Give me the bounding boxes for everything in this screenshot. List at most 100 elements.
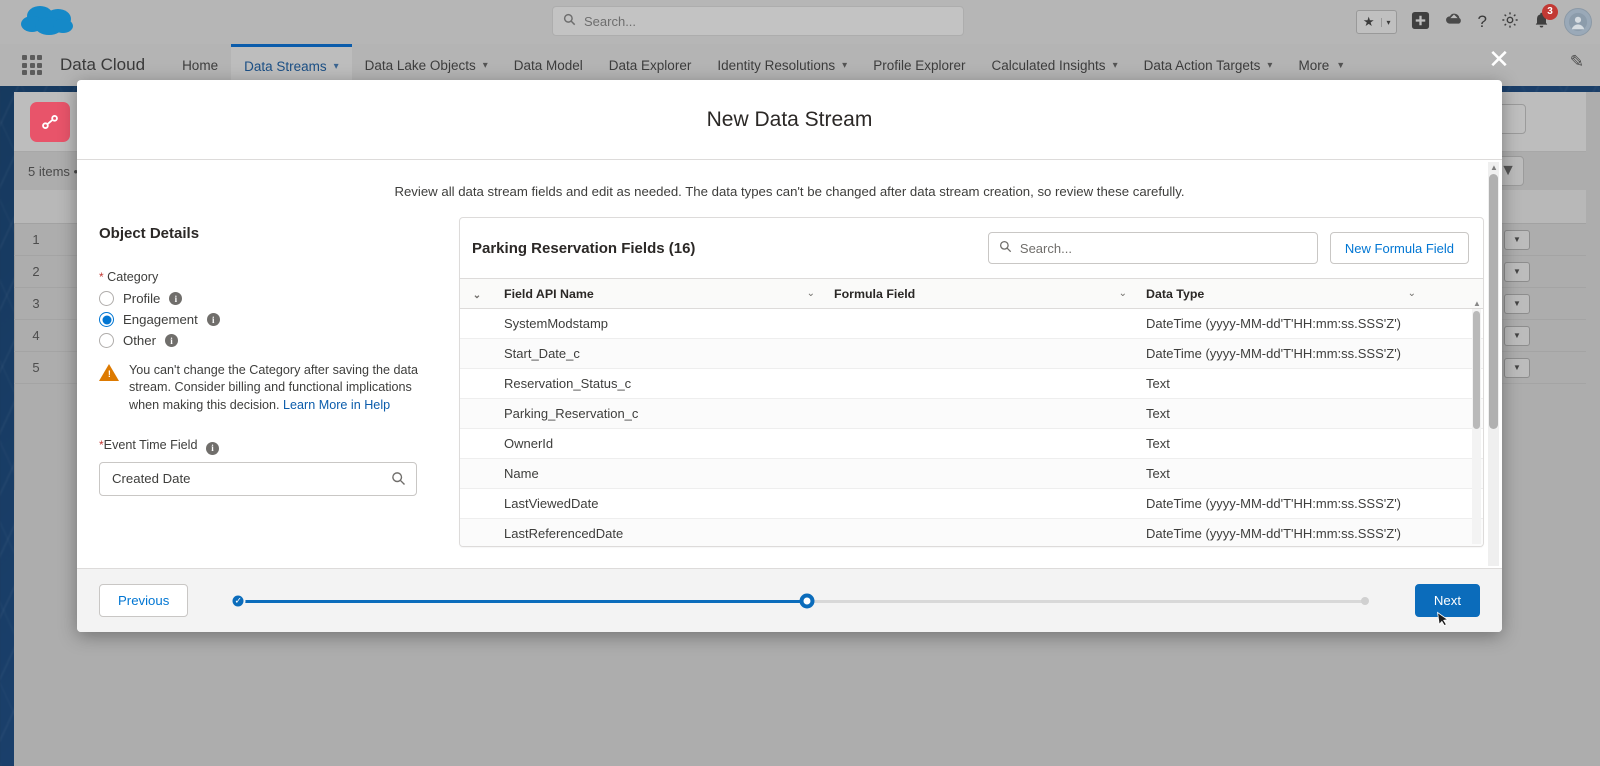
row-actions-icon[interactable]: ▼	[1504, 261, 1530, 282]
event-time-field-input[interactable]: Created Date	[99, 461, 417, 496]
favorites-dropdown-icon[interactable]: ▾	[1380, 17, 1396, 27]
app-launcher-icon[interactable]	[22, 55, 42, 75]
table-row[interactable]: LastViewedDate DateTime (yyyy-MM-dd'T'HH…	[460, 488, 1483, 519]
progress-step-3[interactable]	[1360, 596, 1369, 605]
row-number: 4	[32, 328, 40, 343]
nav-item-label: Data Model	[513, 57, 583, 73]
cell-data-type: Text	[1136, 368, 1425, 399]
modal-scrollbar[interactable]: ▲	[1488, 162, 1499, 566]
row-actions-icon[interactable]: ▼	[1504, 229, 1530, 250]
radio-button[interactable]	[99, 333, 114, 348]
row-actions-icon[interactable]: ▼	[1504, 293, 1530, 314]
chevron-down-icon[interactable]: ⌄	[807, 288, 815, 299]
cell-formula-field	[824, 398, 1136, 429]
chevron-down-icon[interactable]: ⌄	[1408, 288, 1416, 299]
info-icon[interactable]: i	[164, 334, 178, 347]
row-select-cell[interactable]	[460, 338, 494, 369]
row-number: 5	[32, 360, 40, 375]
progress-step-2[interactable]	[799, 593, 815, 608]
chevron-down-icon[interactable]: ▾	[1113, 60, 1118, 71]
cell-formula-field	[824, 368, 1136, 399]
row-select-cell[interactable]	[460, 398, 494, 429]
info-icon[interactable]: i	[169, 292, 183, 305]
column-label: Formula Field	[834, 286, 916, 301]
scroll-up-icon[interactable]: ▲	[1490, 163, 1498, 172]
previous-button[interactable]: Previous	[99, 584, 189, 617]
notifications-bell-icon[interactable]: 3	[1533, 3, 1558, 34]
row-select-cell[interactable]	[460, 458, 494, 489]
favorites-group[interactable]: ★ ▾	[1355, 10, 1397, 34]
learn-more-link[interactable]: Learn More in Help	[283, 398, 390, 412]
modal-body: Review all data stream fields and edit a…	[77, 160, 1502, 568]
avatar[interactable]	[1564, 8, 1592, 36]
row-number: 2	[32, 264, 40, 279]
fields-table-body: SystemModstamp DateTime (yyyy-MM-dd'T'HH…	[460, 308, 1483, 546]
table-row[interactable]: SystemModstamp DateTime (yyyy-MM-dd'T'HH…	[460, 308, 1483, 339]
gear-icon[interactable]	[1501, 11, 1519, 34]
warning-text: You can't change the Category after savi…	[129, 362, 431, 414]
row-select-cell[interactable]	[460, 368, 494, 399]
cell-field-api-name: SystemModstamp	[494, 308, 824, 339]
chevron-down-icon[interactable]: ▾	[842, 60, 847, 71]
search-icon	[391, 471, 406, 489]
nav-item-label: Data Streams	[244, 59, 327, 74]
help-icon[interactable]: ?	[1478, 12, 1487, 32]
radio-button[interactable]	[99, 312, 114, 327]
row-select-cell[interactable]	[460, 308, 494, 339]
category-label: * Category	[99, 270, 437, 284]
add-icon[interactable]	[1411, 11, 1430, 34]
radio-label: Other	[123, 333, 156, 348]
global-search-box[interactable]: Search...	[552, 6, 964, 36]
radio-option-profile[interactable]: Profile i	[99, 291, 437, 306]
close-icon[interactable]: ✕	[1484, 44, 1514, 74]
favorites-star-icon[interactable]: ★	[1357, 14, 1381, 30]
new-formula-field-button[interactable]: New Formula Field	[1329, 232, 1469, 264]
chevron-down-icon[interactable]: ⌄	[473, 290, 481, 301]
row-select-cell[interactable]	[460, 428, 494, 459]
table-row[interactable]: Start_Date_c DateTime (yyyy-MM-dd'T'HH:m…	[460, 338, 1483, 369]
chevron-down-icon[interactable]: ⌄	[1119, 288, 1127, 299]
cell-field-api-name: Parking_Reservation_c	[494, 398, 824, 429]
modal-header: New Data Stream	[77, 80, 1502, 160]
radio-button[interactable]	[99, 291, 114, 306]
scrollbar-thumb[interactable]	[1489, 174, 1498, 429]
info-icon[interactable]: i	[206, 313, 220, 326]
radio-label: Profile	[123, 291, 161, 306]
chevron-down-icon[interactable]: ▾	[334, 61, 339, 72]
progress-fill	[238, 599, 803, 603]
select-column-header[interactable]: ⌄	[460, 278, 494, 309]
fields-table-scrollbar[interactable]: ▲	[1472, 299, 1481, 544]
row-select-cell[interactable]	[460, 518, 494, 546]
table-row[interactable]: LastReferencedDate DateTime (yyyy-MM-dd'…	[460, 518, 1483, 546]
row-actions-icon[interactable]: ▼	[1504, 357, 1530, 378]
fields-search-input[interactable]: Search...	[987, 232, 1318, 264]
scroll-up-icon[interactable]: ▲	[1473, 299, 1481, 308]
radio-option-other[interactable]: Other i	[99, 333, 437, 348]
info-icon[interactable]: i	[205, 441, 219, 455]
column-header-data-type[interactable]: Data Type ⌄	[1136, 278, 1425, 309]
fields-panel: Parking Reservation Fields (16) Search..…	[459, 213, 1484, 547]
salesforce-logo-icon[interactable]	[18, 2, 80, 42]
edit-pencil-icon[interactable]: ✎	[1570, 52, 1584, 72]
table-row[interactable]: Reservation_Status_c Text	[460, 368, 1483, 399]
column-header-field-api-name[interactable]: Field API Name ⌄	[494, 278, 824, 309]
column-header-formula-field[interactable]: Formula Field ⌄	[824, 278, 1136, 309]
global-header-actions: ★ ▾ ? 3	[1355, 3, 1592, 40]
radio-option-engagement[interactable]: Engagement i	[99, 312, 437, 327]
chevron-down-icon[interactable]: ▼	[1336, 60, 1345, 70]
chevron-down-icon[interactable]: ▾	[1267, 60, 1272, 71]
scrollbar-thumb[interactable]	[1473, 311, 1480, 429]
table-row[interactable]: OwnerId Text	[460, 428, 1483, 459]
row-select-cell[interactable]	[460, 488, 494, 519]
table-row[interactable]: Parking_Reservation_c Text	[460, 398, 1483, 429]
object-details-heading: Object Details	[99, 225, 200, 242]
fields-card: Parking Reservation Fields (16) Search..…	[459, 217, 1484, 547]
row-actions-icon[interactable]: ▼	[1504, 325, 1530, 346]
progress-step-1[interactable]: ✓	[230, 593, 246, 608]
search-icon	[563, 13, 576, 29]
chevron-down-icon[interactable]: ▾	[483, 60, 488, 71]
setup-cloud-icon[interactable]	[1444, 11, 1464, 33]
table-row[interactable]: Name Text	[460, 458, 1483, 489]
nav-item-label: Identity Resolutions	[717, 57, 836, 73]
cell-field-api-name: Name	[494, 458, 824, 489]
